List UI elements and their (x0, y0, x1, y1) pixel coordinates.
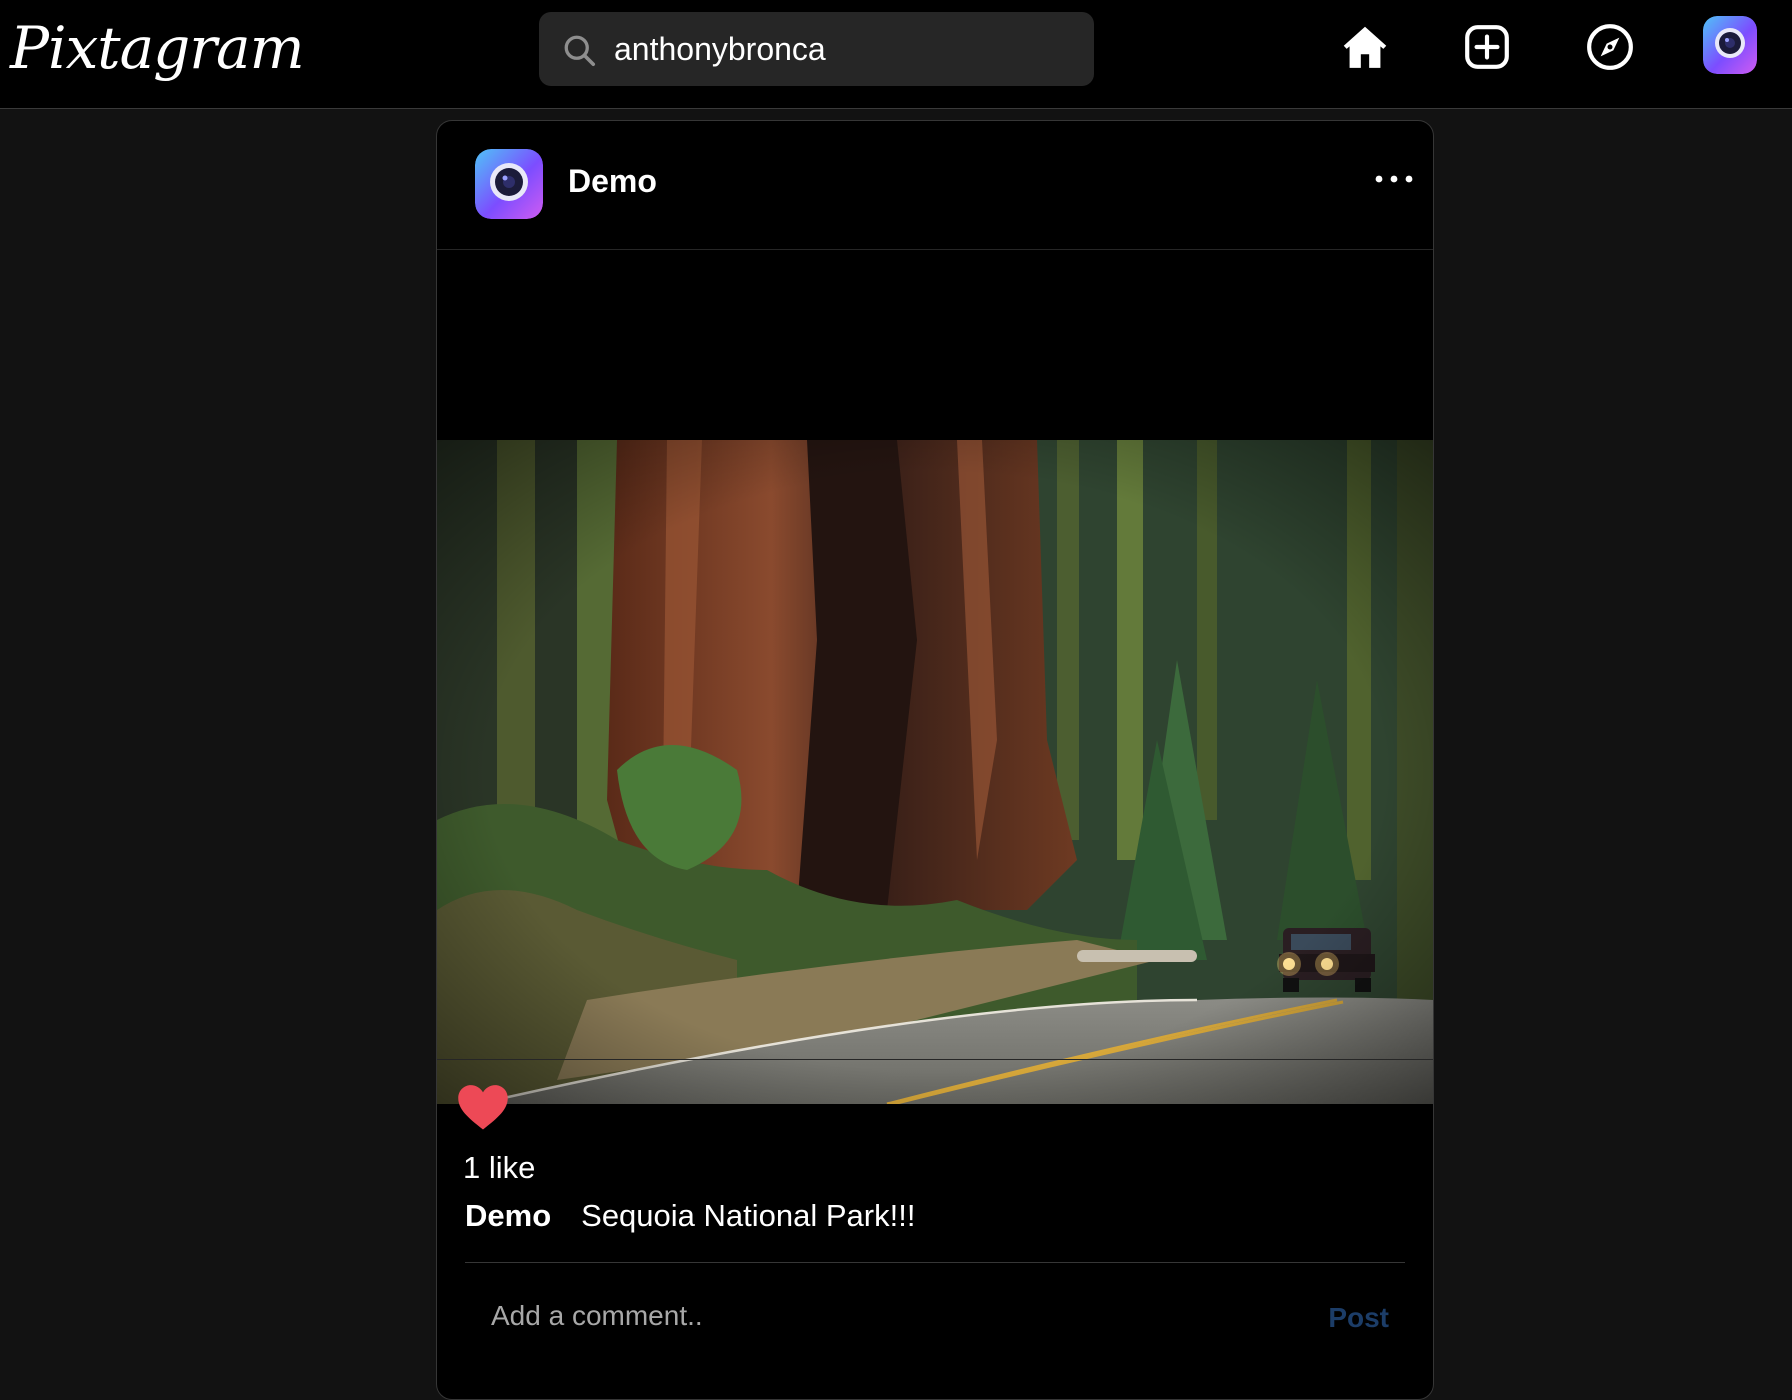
like-count[interactable]: 1 like (463, 1150, 535, 1186)
post-comment-button[interactable]: Post (1328, 1302, 1389, 1334)
explore-compass-icon[interactable] (1581, 18, 1639, 76)
comment-divider (465, 1262, 1405, 1263)
home-icon[interactable] (1336, 18, 1394, 76)
photo-divider (437, 1059, 1433, 1060)
app-logo[interactable]: Pixtagram (10, 8, 305, 88)
top-navigation-bar: Pixtagram (0, 0, 1792, 109)
search-input[interactable] (614, 12, 1074, 86)
profile-avatar[interactable] (1703, 16, 1757, 74)
post-author-avatar[interactable] (475, 149, 543, 219)
post-card: Demo 1 like Demo Sequoia National Park!!… (436, 120, 1434, 1400)
caption-username[interactable]: Demo (465, 1198, 551, 1233)
search-icon (564, 35, 596, 67)
post-header: Demo (437, 121, 1433, 250)
add-comment-input[interactable] (491, 1281, 1251, 1351)
more-options-icon[interactable] (1373, 169, 1415, 189)
post-caption: Demo Sequoia National Park!!! (465, 1198, 915, 1234)
post-photo-frame (437, 251, 1433, 1104)
search-box[interactable] (539, 12, 1094, 86)
caption-text: Sequoia National Park!!! (581, 1198, 916, 1233)
post-author-username[interactable]: Demo (568, 163, 657, 200)
liked-heart-icon[interactable] (456, 1082, 510, 1132)
post-photo[interactable] (437, 440, 1433, 1104)
new-post-icon[interactable] (1458, 18, 1516, 76)
